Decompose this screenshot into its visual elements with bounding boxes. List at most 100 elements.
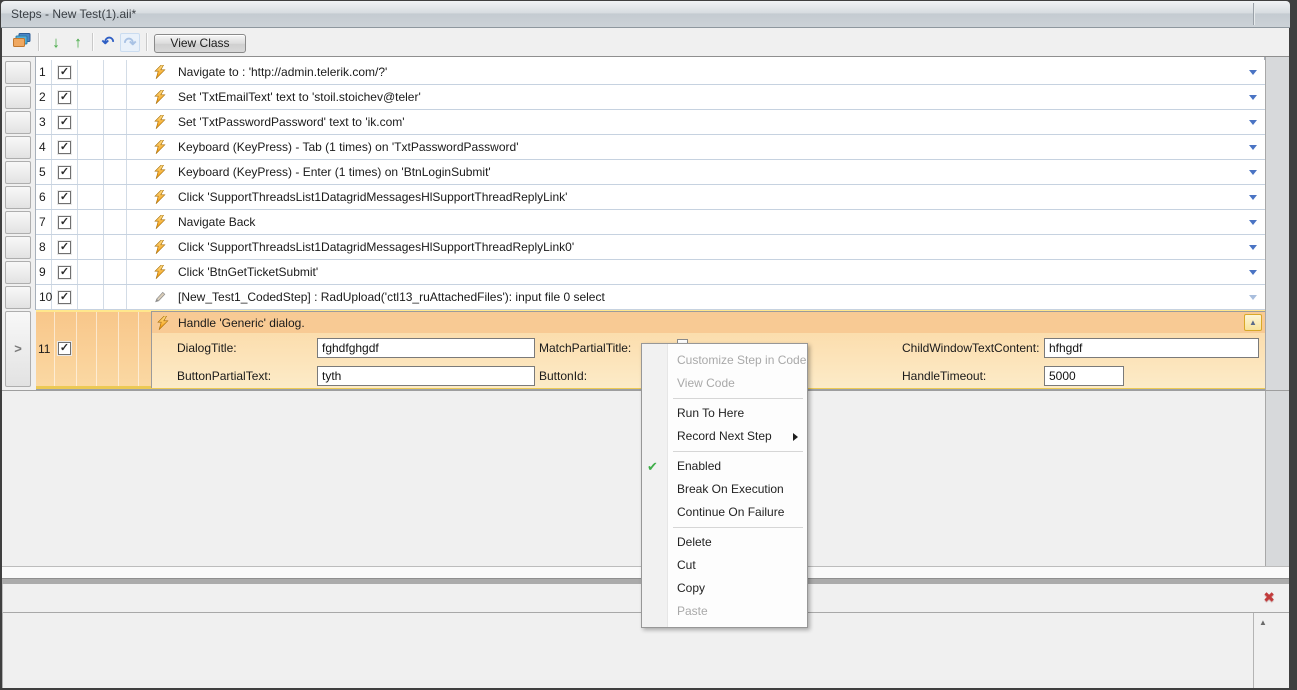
button-partial-text-input[interactable]	[317, 366, 535, 386]
step-enabled-checkbox[interactable]: ✓	[58, 265, 71, 279]
chevron-down-icon[interactable]	[1249, 120, 1257, 125]
undo-button[interactable]: ↶	[98, 33, 118, 52]
empty-cell	[104, 285, 127, 309]
row-selector[interactable]	[5, 161, 31, 184]
menu-item-continue-on-failure[interactable]: Continue On Failure	[642, 501, 807, 524]
dialog-title-input[interactable]	[317, 338, 535, 358]
step-enabled-checkbox[interactable]: ✓	[58, 342, 71, 355]
chevron-down-icon[interactable]	[1249, 145, 1257, 150]
step-description: Keyboard (KeyPress) - Enter (1 times) on…	[178, 165, 491, 179]
grid-scrollbar-track[interactable]	[1265, 57, 1289, 566]
table-row[interactable]: 9 ✓ Click 'BtnGetTicketSubmit'	[36, 260, 1265, 285]
empty-cell	[104, 210, 127, 234]
move-step-up-button[interactable]: ↑	[68, 33, 88, 52]
handle-timeout-input[interactable]	[1044, 366, 1124, 386]
redo-button[interactable]: ↷	[120, 33, 140, 52]
chevron-down-icon[interactable]	[1249, 220, 1257, 225]
empty-cell	[78, 135, 104, 159]
menu-item-copy[interactable]: Copy	[642, 577, 807, 600]
table-row[interactable]: 2 ✓ Set 'TxtEmailText' text to 'stoil.st…	[36, 85, 1265, 110]
step-description: Click 'SupportThreadsList1DatagridMessag…	[178, 240, 575, 254]
row-selector[interactable]	[5, 111, 31, 134]
chevron-down-icon[interactable]	[1249, 170, 1257, 175]
step-enabled-checkbox[interactable]: ✓	[58, 165, 71, 179]
close-icon[interactable]: ✖	[1263, 589, 1275, 606]
titlebar-separator	[1253, 3, 1254, 25]
table-row[interactable]: 1 ✓ Navigate to : 'http://admin.telerik.…	[36, 60, 1265, 85]
chevron-down-icon[interactable]	[1249, 195, 1257, 200]
coded-step-icon	[154, 290, 166, 304]
results-scrollbar[interactable]: ▲	[1253, 613, 1272, 688]
row-selector[interactable]	[5, 236, 31, 259]
step-number: 3	[36, 110, 52, 134]
lightning-icon	[154, 140, 166, 154]
view-windows-icon[interactable]	[12, 33, 32, 52]
row-selector[interactable]	[5, 86, 31, 109]
menu-item-break-on-execution[interactable]: Break On Execution	[642, 478, 807, 501]
menu-item-record-next-step[interactable]: Record Next Step	[642, 425, 807, 448]
row-selector[interactable]	[5, 61, 31, 84]
empty-cell	[104, 135, 127, 159]
empty-cell	[104, 185, 127, 209]
lightning-icon	[154, 190, 166, 204]
current-row-selector[interactable]: >	[5, 311, 31, 387]
lightning-icon	[154, 65, 166, 79]
step-enabled-checkbox[interactable]: ✓	[58, 65, 71, 79]
table-row[interactable]: 8 ✓ Click 'SupportThreadsList1DatagridMe…	[36, 235, 1265, 260]
empty-cell	[78, 60, 104, 84]
table-row[interactable]: 7 ✓ Navigate Back	[36, 210, 1265, 235]
chevron-down-icon[interactable]	[1249, 270, 1257, 275]
toolbar-separator	[92, 33, 93, 51]
match-partial-title-label: MatchPartialTitle:	[539, 341, 632, 355]
table-row[interactable]: 4 ✓ Keyboard (KeyPress) - Tab (1 times) …	[36, 135, 1265, 160]
chevron-down-icon[interactable]	[1249, 70, 1257, 75]
empty-cell	[78, 85, 104, 109]
dialog-title-label: DialogTitle:	[177, 341, 237, 355]
row-selector[interactable]	[5, 136, 31, 159]
row-selector[interactable]	[5, 211, 31, 234]
titlebar[interactable]: Steps - New Test(1).aii*	[1, 1, 1290, 28]
row-selector[interactable]	[5, 261, 31, 284]
row-selector[interactable]	[5, 286, 31, 309]
table-row[interactable]: 3 ✓ Set 'TxtPasswordPassword' text to 'i…	[36, 110, 1265, 135]
menu-item-cut[interactable]: Cut	[642, 554, 807, 577]
step-enabled-checkbox[interactable]: ✓	[58, 90, 71, 104]
step-description: Navigate Back	[178, 215, 256, 229]
table-row[interactable]: 10 ✓ [New_Test1_CodedStep] : RadUpload('…	[36, 285, 1265, 310]
chevron-down-icon[interactable]	[1249, 245, 1257, 250]
menu-item-view-code: View Code	[677, 376, 735, 390]
row-selector[interactable]	[5, 186, 31, 209]
step-enabled-checkbox[interactable]: ✓	[58, 240, 71, 254]
chevron-down-icon[interactable]	[1249, 95, 1257, 100]
step-number: 8	[36, 235, 52, 259]
menu-item-enabled[interactable]: ✔ Enabled	[642, 455, 807, 478]
menu-item-run-to-here[interactable]: Run To Here	[642, 402, 807, 425]
move-step-down-button[interactable]: ↓	[46, 33, 66, 52]
step-enabled-checkbox[interactable]: ✓	[58, 190, 71, 204]
menu-item-label: Record Next Step	[677, 429, 772, 443]
child-window-text-content-input[interactable]	[1044, 338, 1259, 358]
scroll-up-icon[interactable]: ▲	[1254, 613, 1272, 627]
view-class-button[interactable]: View Class	[154, 34, 246, 53]
empty-cell	[104, 85, 127, 109]
menu-item-delete[interactable]: Delete	[642, 531, 807, 554]
empty-cell	[104, 235, 127, 259]
empty-cell	[78, 260, 104, 284]
step-enabled-checkbox[interactable]: ✓	[58, 215, 71, 229]
table-row[interactable]: 5 ✓ Keyboard (KeyPress) - Enter (1 times…	[36, 160, 1265, 185]
redo-icon: ↷	[123, 35, 137, 52]
button-id-label: ButtonId:	[539, 369, 588, 383]
lightning-icon	[154, 265, 166, 279]
collapse-step-button[interactable]: ▲	[1244, 314, 1262, 331]
lightning-icon	[154, 115, 166, 129]
arrow-down-icon: ↓	[52, 34, 60, 51]
table-row[interactable]: 6 ✓ Click 'SupportThreadsList1DatagridMe…	[36, 185, 1265, 210]
chevron-down-icon[interactable]	[1249, 295, 1257, 300]
step-description: [New_Test1_CodedStep] : RadUpload('ctl13…	[178, 290, 605, 304]
step-enabled-checkbox[interactable]: ✓	[58, 140, 71, 154]
step-description: Navigate to : 'http://admin.telerik.com/…	[178, 65, 388, 79]
step-enabled-checkbox[interactable]: ✓	[58, 290, 71, 304]
empty-cell	[104, 260, 127, 284]
step-enabled-checkbox[interactable]: ✓	[58, 115, 71, 129]
step-number: 1	[36, 60, 52, 84]
